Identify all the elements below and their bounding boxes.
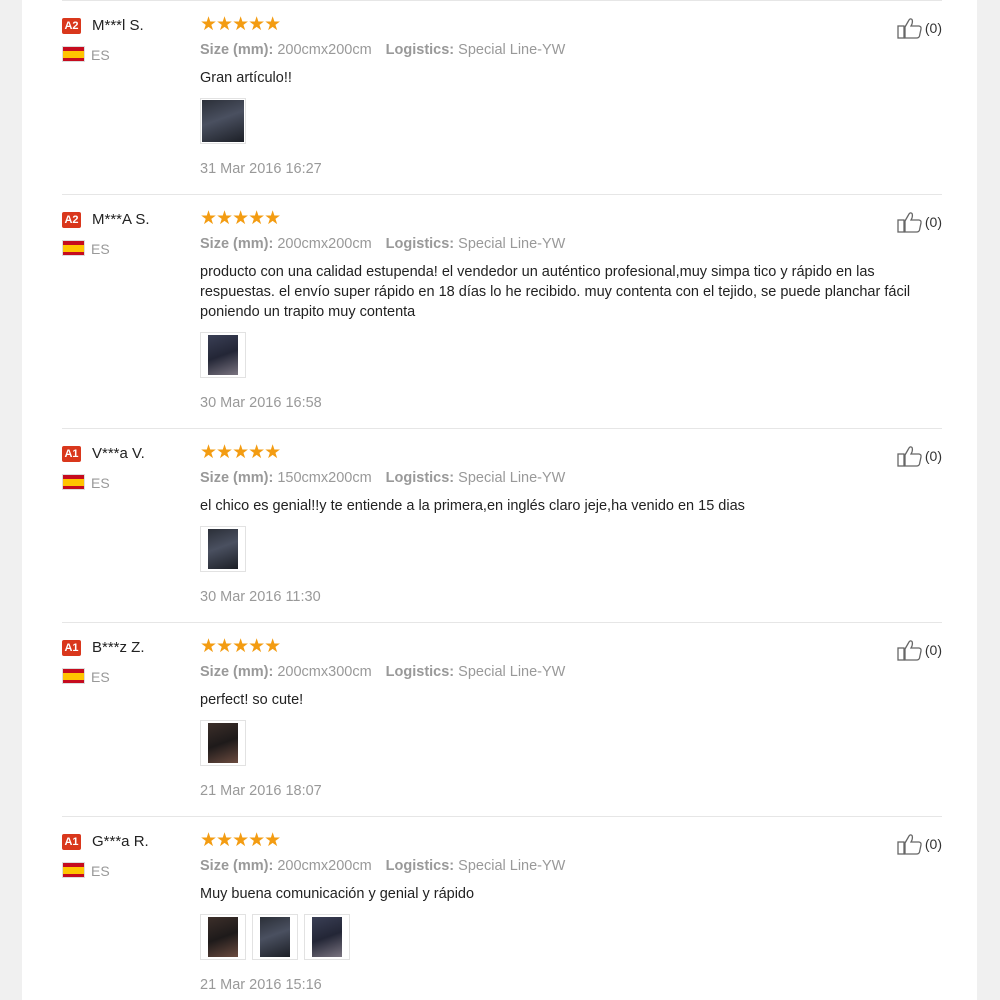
review-item: A2 M***l S. ES ★★★★★ Size (mm): 200cmx20… (62, 0, 942, 195)
thumbs-up-icon (897, 212, 922, 233)
helpful-count: (0) (924, 448, 942, 464)
country-code: ES (91, 669, 110, 685)
helpful-button[interactable]: (0) (897, 639, 942, 661)
helpful-button[interactable]: (0) (897, 17, 942, 39)
logistics-label: Logistics: (385, 236, 455, 252)
review-item: A1 V***a V. ES ★★★★★ Size (mm): 150cmx20… (62, 428, 942, 623)
review-date: 30 Mar 2016 16:58 (200, 395, 322, 411)
country-code: ES (91, 475, 110, 491)
logistics-value: Special Line-YW (458, 664, 566, 680)
thumbs-up-icon (897, 640, 922, 661)
review-text: perfect! so cute! (200, 692, 304, 708)
size-label: Size (mm): (200, 236, 274, 252)
review-date: 31 Mar 2016 16:27 (200, 161, 322, 177)
reviewer-name: M***l S. (92, 17, 144, 34)
review-photo-thumbnail[interactable] (200, 526, 246, 572)
star-rating: ★★★★★ (200, 636, 281, 657)
review-photo-thumbnail[interactable] (304, 914, 350, 960)
review-photo-thumbnail[interactable] (252, 914, 298, 960)
thumbs-up-icon (897, 834, 922, 855)
review-photos (200, 914, 350, 960)
feedback-list: A2 M***l S. ES ★★★★★ Size (mm): 200cmx20… (22, 0, 977, 1000)
review-photo-thumbnail[interactable] (200, 914, 246, 960)
reviewer-name: G***a R. (92, 833, 149, 850)
order-details: Size (mm): 200cmx200cm Logistics: Special… (200, 41, 565, 59)
buyer-level-badge: A1 (62, 640, 81, 656)
logistics-label: Logistics: (385, 470, 455, 486)
review-text: Muy buena comunicación y genial y rápido (200, 886, 475, 902)
size-label: Size (mm): (200, 470, 274, 486)
review-photo-thumbnail[interactable] (200, 98, 246, 144)
buyer-level-badge: A2 (62, 212, 81, 228)
size-value: 200cmx200cm (277, 236, 372, 252)
review-item: A1 B***z Z. ES ★★★★★ Size (mm): 200cmx30… (62, 622, 942, 817)
helpful-count: (0) (924, 214, 942, 230)
helpful-count: (0) (924, 836, 942, 852)
review-text: el chico es genial!!y te entiende a la p… (200, 498, 745, 514)
review-photos (200, 720, 246, 766)
review-item: A2 M***A S. ES ★★★★★ Size (mm): 200cmx20… (62, 194, 942, 429)
review-item: A1 G***a R. ES ★★★★★ Size (mm): 200cmx20… (62, 816, 942, 1000)
size-label: Size (mm): (200, 858, 274, 874)
star-rating: ★★★★★ (200, 830, 281, 851)
review-photos (200, 332, 246, 378)
logistics-value: Special Line-YW (458, 858, 566, 874)
size-label: Size (mm): (200, 42, 274, 58)
star-rating: ★★★★★ (200, 208, 281, 229)
helpful-count: (0) (924, 20, 942, 36)
star-rating: ★★★★★ (200, 14, 281, 35)
review-photo-thumbnail[interactable] (200, 332, 246, 378)
logistics-label: Logistics: (385, 664, 455, 680)
spain-flag-icon (63, 241, 84, 255)
spain-flag-icon (63, 475, 84, 489)
thumbs-up-icon (897, 446, 922, 467)
country-code: ES (91, 47, 110, 63)
star-rating: ★★★★★ (200, 442, 281, 463)
review-photos (200, 526, 246, 572)
helpful-button[interactable]: (0) (897, 833, 942, 855)
logistics-label: Logistics: (385, 858, 455, 874)
order-details: Size (mm): 150cmx200cm Logistics: Special… (200, 469, 565, 487)
review-photo-thumbnail[interactable] (200, 720, 246, 766)
country-code: ES (91, 863, 110, 879)
logistics-value: Special Line-YW (458, 42, 566, 58)
spain-flag-icon (63, 669, 84, 683)
order-details: Size (mm): 200cmx200cm Logistics: Special… (200, 857, 565, 875)
buyer-level-badge: A1 (62, 446, 81, 462)
reviewer-name: M***A S. (92, 211, 150, 228)
reviewer-name: B***z Z. (92, 639, 145, 656)
review-date: 21 Mar 2016 15:16 (200, 977, 322, 993)
helpful-count: (0) (924, 642, 942, 658)
size-label: Size (mm): (200, 664, 274, 680)
size-value: 200cmx200cm (277, 858, 372, 874)
logistics-label: Logistics: (385, 42, 455, 58)
buyer-level-badge: A2 (62, 18, 81, 34)
spain-flag-icon (63, 863, 84, 877)
review-date: 21 Mar 2016 18:07 (200, 783, 322, 799)
order-details: Size (mm): 200cmx200cm Logistics: Special… (200, 235, 565, 253)
spain-flag-icon (63, 47, 84, 61)
review-date: 30 Mar 2016 11:30 (200, 589, 321, 605)
country-code: ES (91, 241, 110, 257)
helpful-button[interactable]: (0) (897, 211, 942, 233)
logistics-value: Special Line-YW (458, 470, 566, 486)
size-value: 200cmx200cm (277, 42, 372, 58)
size-value: 150cmx200cm (277, 470, 372, 486)
thumbs-up-icon (897, 18, 922, 39)
size-value: 200cmx300cm (277, 664, 372, 680)
logistics-value: Special Line-YW (458, 236, 566, 252)
order-details: Size (mm): 200cmx300cm Logistics: Special… (200, 663, 565, 681)
review-text: producto con una calidad estupenda! el v… (200, 264, 911, 320)
reviewer-name: V***a V. (92, 445, 145, 462)
review-photos (200, 98, 246, 144)
buyer-level-badge: A1 (62, 834, 81, 850)
review-text: Gran artículo!! (200, 70, 292, 86)
helpful-button[interactable]: (0) (897, 445, 942, 467)
